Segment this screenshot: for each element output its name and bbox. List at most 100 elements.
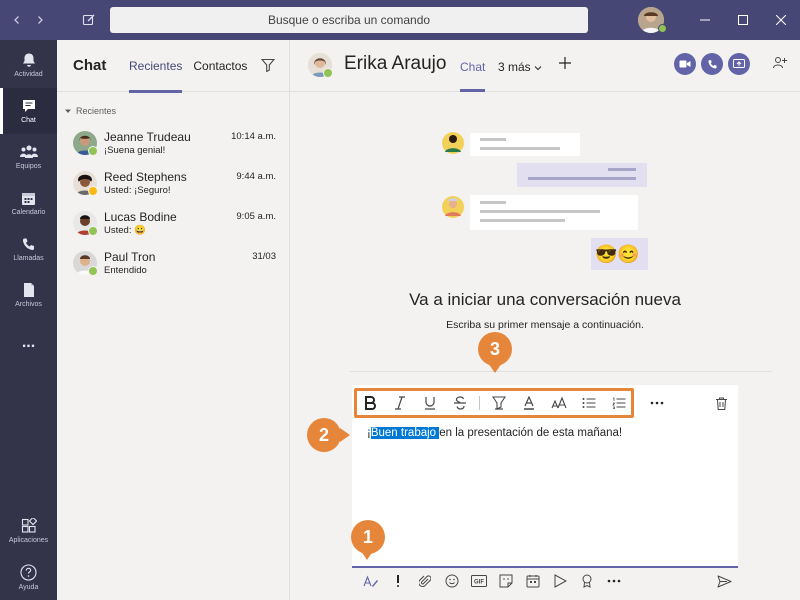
callout-badge: 2	[307, 418, 341, 452]
selected-text: Buen trabajo	[370, 427, 440, 439]
rail-item-calls[interactable]: Llamadas	[0, 226, 57, 272]
list-item[interactable]: Jeanne Trudeau ¡Suena genial! 10:14 a.m.	[57, 126, 289, 166]
title-bar: Busque o escriba un comando	[0, 0, 800, 40]
list-item[interactable]: Reed Stephens Usted: ¡Seguro! 9:44 a.m.	[57, 166, 289, 206]
svg-text:GIF: GIF	[474, 580, 484, 586]
rail-item-calendar[interactable]: Calendario	[0, 180, 57, 226]
format-icon[interactable]	[357, 568, 384, 594]
last-message: Entendido	[104, 265, 147, 276]
compose-icon[interactable]	[79, 9, 100, 31]
file-icon	[23, 283, 34, 297]
rail-label: Equipos	[15, 163, 42, 170]
teams-icon	[19, 145, 38, 158]
emoji-icon[interactable]	[438, 568, 465, 594]
section-header-recent[interactable]: Recientes	[57, 92, 289, 116]
close-button[interactable]	[762, 0, 800, 40]
rail-label: Archivos	[15, 301, 42, 308]
timestamp: 31/03	[252, 251, 276, 262]
gif-icon[interactable]: GIF	[465, 568, 492, 594]
contact-name: Paul Tron	[104, 250, 156, 264]
search-input[interactable]: Busque o escriba un comando	[110, 7, 588, 33]
callout-pointer	[361, 551, 373, 560]
empty-state-subtitle: Escriba su primer mensaje a continuación…	[446, 319, 644, 331]
rail-item-chat[interactable]: Chat	[0, 88, 57, 134]
presence-badge	[88, 266, 98, 276]
rail-label: Llamadas	[13, 254, 44, 262]
more-label: ...	[21, 334, 36, 351]
rail-item-files[interactable]: Archivos	[0, 272, 57, 318]
chat-icon	[22, 100, 35, 112]
phone-icon	[22, 238, 34, 250]
delete-icon[interactable]	[706, 385, 736, 421]
praise-icon[interactable]	[573, 568, 600, 594]
rail-label: Aplicaciones	[8, 537, 49, 544]
search-placeholder: Busque o escriba un comando	[267, 13, 431, 27]
chevron-right-icon[interactable]	[29, 9, 50, 31]
callout-pointer	[340, 428, 350, 442]
timestamp: 9:05 a.m.	[236, 211, 276, 222]
nav-buttons	[0, 9, 100, 31]
presence-badge	[88, 186, 98, 196]
text-post: en la presentación de esta mañana!	[439, 427, 623, 439]
rail-label: Chat	[21, 117, 36, 124]
stream-icon[interactable]	[546, 568, 573, 594]
timestamp: 10:14 a.m.	[231, 131, 276, 142]
presence-badge	[658, 24, 667, 33]
chevron-down-icon	[65, 109, 71, 113]
apps-icon	[21, 518, 37, 533]
last-message: Usted: ¡Seguro!	[104, 185, 171, 196]
empty-conversation-illustration	[442, 132, 648, 270]
sticker-icon[interactable]	[492, 568, 519, 594]
compose-toolbar: GIF	[352, 568, 738, 594]
chevron-left-icon[interactable]	[6, 9, 27, 31]
conversation-pane: Erika Araujo Chat 3 más 😎😊 Va a iniciar …	[290, 40, 800, 600]
message-input[interactable]: ¡Buen trabajo en la presentación de esta…	[367, 427, 622, 439]
window-controls	[638, 0, 800, 40]
attach-icon[interactable]	[411, 568, 438, 594]
meeting-icon[interactable]	[519, 568, 546, 594]
tab-contacts[interactable]: Contactos	[193, 40, 247, 92]
contact-name: Jeanne Trudeau	[104, 130, 191, 144]
rail-label: Actividad	[14, 71, 43, 78]
presence-badge	[88, 146, 98, 156]
rail-item-apps[interactable]: Aplicaciones	[0, 508, 57, 554]
empty-state-title: Va a iniciar una conversación nueva	[409, 290, 681, 309]
more-options-icon[interactable]	[600, 568, 627, 594]
tab-recent[interactable]: Recientes	[129, 40, 183, 93]
maximize-button[interactable]	[724, 0, 762, 40]
divider	[350, 371, 772, 372]
format-toolbar-highlight	[354, 388, 634, 418]
rail-item-teams[interactable]: Equipos	[0, 134, 57, 180]
chat-list-panel: Chat Recientes Contactos Recientes Jeann…	[57, 40, 290, 600]
emoji-message: 😎😊	[595, 244, 640, 264]
timestamp: 9:44 a.m.	[236, 171, 276, 182]
more-icon[interactable]: ...	[0, 320, 57, 366]
presence-badge	[88, 226, 98, 236]
important-icon[interactable]	[384, 568, 411, 594]
app-rail: Actividad Chat Equipos Calendario Llamad…	[0, 40, 57, 600]
contact-name: Reed Stephens	[104, 170, 187, 184]
last-message: Usted: 😀	[104, 225, 146, 236]
minimize-button[interactable]	[686, 0, 724, 40]
rail-label: Calendario	[11, 208, 46, 216]
chat-list-header: Chat Recientes Contactos	[57, 40, 289, 93]
callout-badge: 1	[351, 520, 385, 554]
callout-badge: 3	[478, 332, 512, 366]
last-message: ¡Suena genial!	[104, 145, 166, 156]
list-item[interactable]: Paul Tron Entendido 31/03	[57, 246, 289, 286]
section-label: Recientes	[76, 106, 117, 116]
compose-box[interactable]: ¡Buen trabajo en la presentación de esta…	[352, 385, 738, 568]
filter-icon[interactable]	[261, 58, 275, 72]
calendar-icon	[22, 192, 35, 205]
list-item[interactable]: Lucas Bodine Usted: 😀 9:05 a.m.	[57, 206, 289, 246]
rail-label: Ayuda	[18, 583, 39, 591]
rail-item-help[interactable]: Ayuda	[0, 554, 57, 600]
callout-pointer	[488, 363, 502, 373]
more-options-icon[interactable]	[642, 385, 672, 421]
contact-name: Lucas Bodine	[104, 210, 177, 224]
help-icon	[20, 563, 37, 581]
bell-icon	[22, 53, 35, 67]
rail-item-activity[interactable]: Actividad	[0, 42, 57, 88]
chat-list-title: Chat	[73, 57, 107, 74]
send-icon[interactable]	[711, 568, 738, 594]
